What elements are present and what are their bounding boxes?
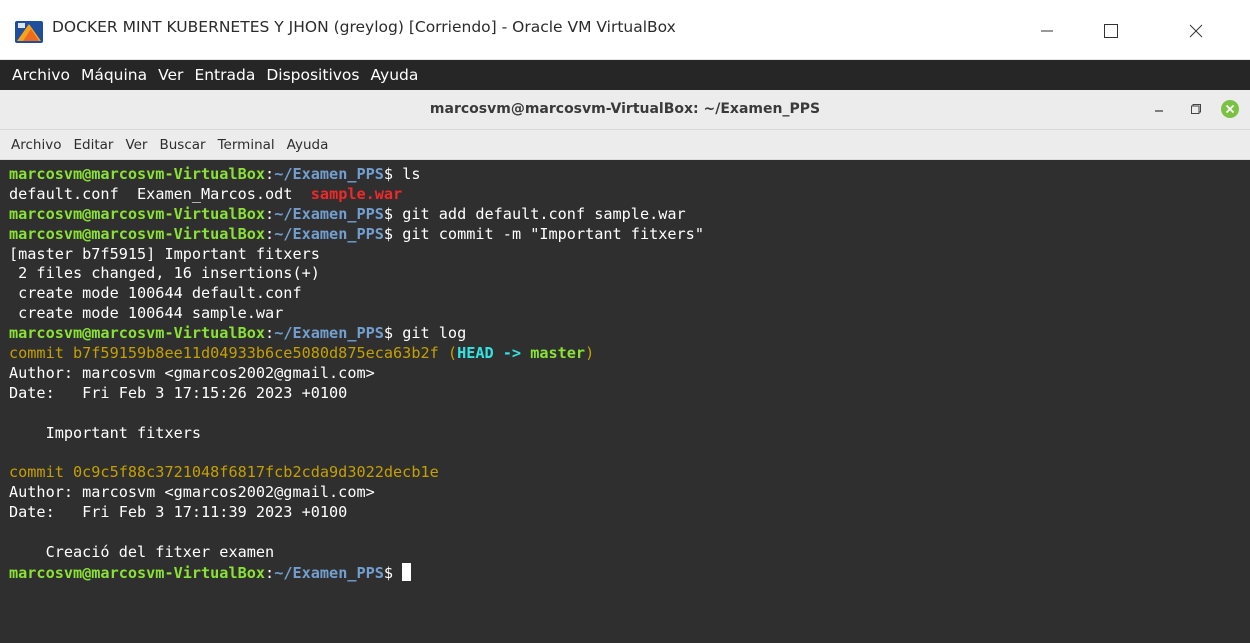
host-close-button[interactable] bbox=[1165, 8, 1227, 54]
prompt-separator: : bbox=[265, 224, 275, 243]
commit-hash-line: commit b7f59159b8ee11d04933b6ce5080d875e… bbox=[9, 344, 1242, 364]
maximize-icon bbox=[1104, 24, 1118, 38]
close-icon bbox=[1189, 24, 1203, 38]
host-window-title: DOCKER MINT KUBERNETES Y JHON (greylog) … bbox=[52, 18, 676, 36]
command-text: git commit -m "Important fitxers" bbox=[402, 224, 704, 243]
output-line: [master b7f5915] Important fitxers bbox=[9, 244, 320, 263]
host-menu-archivo[interactable]: Archivo bbox=[0, 66, 70, 84]
file-name: Examen_Marcos.odt bbox=[137, 184, 293, 203]
prompt-user: marcosvm@marcosvm-VirtualBox bbox=[9, 224, 266, 243]
terminal-menubar: Archivo Editar Ver Buscar Terminal Ayuda bbox=[0, 130, 1250, 160]
output-line: 2 files changed, 16 insertions(+) bbox=[9, 264, 320, 283]
output-line: create mode 100644 sample.war bbox=[9, 304, 284, 323]
host-menu-entrada[interactable]: Entrada bbox=[184, 66, 255, 84]
commit-hash: commit b7f59159b8ee11d04933b6ce5080d875e… bbox=[9, 344, 448, 363]
prompt-path: ~/Examen_PPS bbox=[274, 224, 384, 243]
command-text: git add default.conf sample.war bbox=[402, 204, 686, 223]
prompt-path: ~/Examen_PPS bbox=[274, 165, 384, 183]
prompt-user: marcosvm@marcosvm-VirtualBox bbox=[9, 165, 266, 183]
host-menu-ayuda[interactable]: Ayuda bbox=[360, 66, 418, 84]
commit-hash-line: commit 0c9c5f88c3721048f6817fcb2cda9d302… bbox=[9, 463, 439, 482]
restore-icon bbox=[1191, 104, 1201, 114]
prompt-line: marcosvm@marcosvm-VirtualBox:~/Examen_PP… bbox=[9, 324, 1242, 344]
prompt-user: marcosvm@marcosvm-VirtualBox bbox=[9, 563, 266, 582]
terminal-close-button[interactable] bbox=[1219, 98, 1241, 120]
terminal-maximize-button[interactable] bbox=[1185, 98, 1207, 120]
host-titlebar: DOCKER MINT KUBERNETES Y JHON (greylog) … bbox=[0, 0, 1250, 60]
terminal-minimize-button[interactable] bbox=[1148, 98, 1170, 120]
terminal-menu-ver[interactable]: Ver bbox=[113, 137, 147, 153]
prompt-separator: : bbox=[265, 324, 275, 343]
host-menubar: Archivo Máquina Ver Entrada Dispositivos… bbox=[0, 60, 1250, 90]
ref-paren: ) bbox=[585, 344, 595, 363]
host-menu-dispositivos[interactable]: Dispositivos bbox=[256, 66, 359, 84]
commit-message: Creació del fitxer examen bbox=[9, 542, 275, 561]
terminal-title: marcosvm@marcosvm-VirtualBox: ~/Examen_P… bbox=[429, 101, 821, 117]
file-name-war: sample.war bbox=[310, 184, 403, 203]
prompt-line: marcosvm@marcosvm-VirtualBox:~/Examen_PP… bbox=[9, 165, 1242, 185]
terminal-menu-terminal[interactable]: Terminal bbox=[206, 137, 275, 153]
prompt-end: $ bbox=[383, 224, 403, 243]
branch-ref: master bbox=[530, 344, 586, 363]
prompt-end: $ bbox=[383, 563, 403, 582]
head-ref: HEAD -> bbox=[457, 344, 531, 363]
terminal-menu-buscar[interactable]: Buscar bbox=[147, 137, 205, 153]
prompt-end: $ bbox=[383, 165, 403, 183]
prompt-separator: : bbox=[265, 165, 275, 183]
ref-paren: ( bbox=[447, 344, 458, 363]
prompt-end: $ bbox=[383, 324, 403, 343]
terminal-output[interactable]: marcosvm@marcosvm-VirtualBox:~/Examen_PP… bbox=[0, 160, 1242, 643]
date-line: Date: Fri Feb 3 17:11:39 2023 +0100 bbox=[9, 503, 348, 522]
ls-output-line: default.conf Examen_Marcos.odt sample.wa… bbox=[9, 185, 1242, 205]
prompt-path: ~/Examen_PPS bbox=[274, 563, 384, 582]
date-line: Date: Fri Feb 3 17:15:26 2023 +0100 bbox=[9, 383, 348, 402]
host-menu-maquina[interactable]: Máquina bbox=[71, 66, 147, 84]
prompt-user: marcosvm@marcosvm-VirtualBox bbox=[9, 204, 266, 223]
host-menu-ver[interactable]: Ver bbox=[148, 66, 183, 84]
terminal-menu-editar[interactable]: Editar bbox=[61, 137, 113, 153]
close-icon bbox=[1221, 100, 1239, 118]
prompt-path: ~/Examen_PPS bbox=[274, 324, 384, 343]
text-cursor bbox=[402, 562, 412, 581]
terminal-menu-archivo[interactable]: Archivo bbox=[0, 137, 61, 153]
minimize-icon bbox=[1155, 110, 1163, 112]
minimize-icon bbox=[1041, 30, 1053, 32]
output-line: create mode 100644 default.conf bbox=[9, 284, 302, 303]
command-text: ls bbox=[402, 165, 421, 183]
file-name: default.conf bbox=[9, 184, 119, 203]
virtualbox-icon bbox=[15, 21, 43, 43]
prompt-line: marcosvm@marcosvm-VirtualBox:~/Examen_PP… bbox=[9, 562, 1242, 583]
prompt-end: $ bbox=[383, 204, 403, 223]
host-minimize-button[interactable] bbox=[1016, 8, 1078, 54]
host-maximize-button[interactable] bbox=[1080, 8, 1142, 54]
commit-message: Important fitxers bbox=[9, 423, 202, 442]
prompt-line: marcosvm@marcosvm-VirtualBox:~/Examen_PP… bbox=[9, 205, 1242, 225]
terminal-titlebar[interactable]: marcosvm@marcosvm-VirtualBox: ~/Examen_P… bbox=[0, 90, 1250, 130]
terminal-menu-ayuda[interactable]: Ayuda bbox=[275, 137, 329, 153]
terminal-scrollbar[interactable] bbox=[1242, 160, 1250, 643]
command-text: git log bbox=[402, 324, 467, 343]
prompt-path: ~/Examen_PPS bbox=[274, 204, 384, 223]
prompt-separator: : bbox=[265, 204, 275, 223]
prompt-line: marcosvm@marcosvm-VirtualBox:~/Examen_PP… bbox=[9, 225, 1242, 245]
prompt-separator: : bbox=[265, 563, 275, 582]
prompt-user: marcosvm@marcosvm-VirtualBox bbox=[9, 324, 266, 343]
author-line: Author: marcosvm <gmarcos2002@gmail.com> bbox=[9, 363, 375, 382]
author-line: Author: marcosvm <gmarcos2002@gmail.com> bbox=[9, 483, 375, 502]
